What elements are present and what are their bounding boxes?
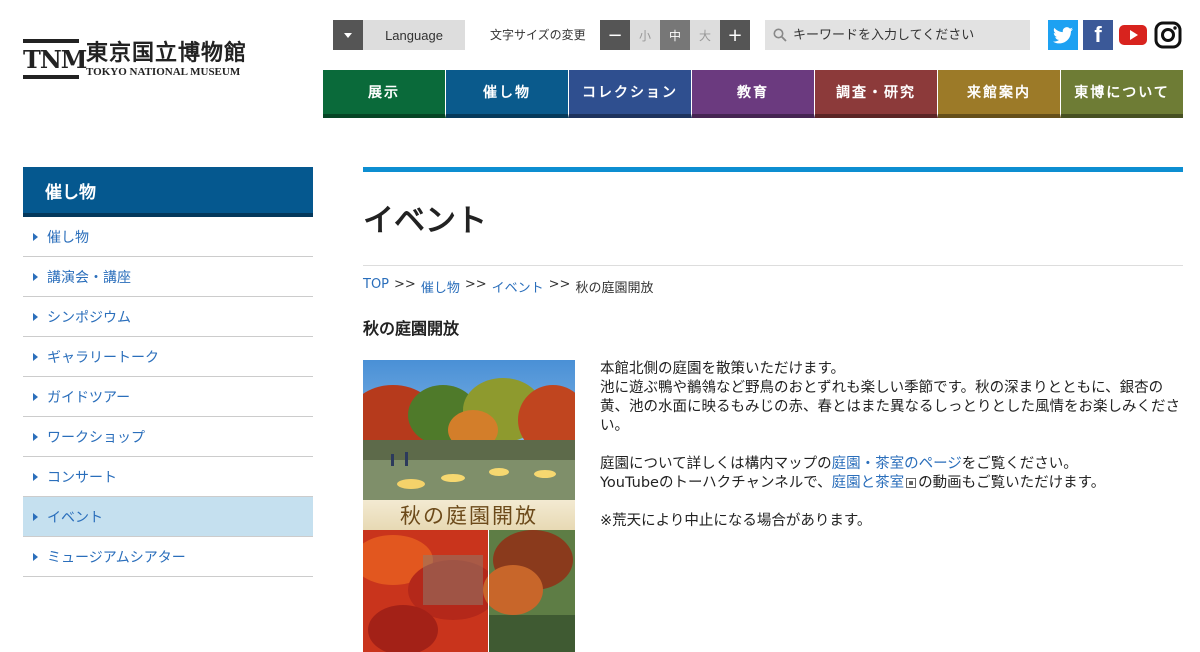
font-size-medium-button[interactable]: 中 [660, 20, 690, 50]
facebook-link[interactable]: f [1083, 20, 1113, 50]
breadcrumb-separator: >> [548, 277, 571, 292]
caret-right-icon [33, 392, 38, 401]
sidebar-item[interactable]: ワークショップ [23, 417, 313, 457]
sidebar-item-label: コンサート [47, 469, 117, 486]
garden-info-text: 庭園について詳しくは構内マップの [600, 456, 832, 472]
search-box [765, 20, 1030, 50]
external-link-icon [906, 478, 917, 488]
font-size-increase-button[interactable]: + [720, 20, 750, 50]
nav-item[interactable]: コレクション [569, 70, 692, 118]
caret-right-icon [33, 272, 38, 281]
logo-name-en: TOKYO NATIONAL MUSEUM [86, 65, 241, 78]
breadcrumb-top-link[interactable]: TOP [363, 277, 389, 296]
breadcrumb-events-link[interactable]: 催し物 [421, 277, 460, 296]
sidebar-item-label: ギャラリートーク [47, 349, 159, 366]
garden-video-link[interactable]: 庭園と茶室 [832, 475, 905, 491]
sidebar-item-label: 催し物 [47, 229, 89, 246]
poster-caption: 秋の庭園開放 [400, 504, 538, 528]
instagram-link[interactable] [1153, 20, 1183, 50]
font-size-large-button[interactable]: 大 [690, 20, 720, 50]
event-description: 本館北側の庭園を散策いただけます。 池に遊ぶ鴨や鶺鴒など野鳥のおとずれも楽しい季… [600, 360, 1183, 550]
caret-right-icon [33, 472, 38, 481]
main-nav: 展示 催し物 コレクション 教育 調査・研究 来館案内 東博について [323, 70, 1183, 118]
breadcrumb-separator: >> [394, 277, 416, 292]
sidebar-item-label: ガイドツアー [47, 389, 131, 406]
breadcrumb-current: 秋の庭園開放 [575, 281, 654, 296]
sidebar-item-label: ワークショップ [47, 429, 145, 446]
nav-item[interactable]: 展示 [323, 70, 446, 118]
nav-item[interactable]: 東博について [1061, 70, 1183, 118]
garden-teahouse-link[interactable]: 庭園・茶室のページ [832, 456, 962, 472]
nav-item[interactable]: 催し物 [446, 70, 569, 118]
font-size-label: 文字サイズの変更 [490, 28, 586, 42]
sidebar-item[interactable]: ギャラリートーク [23, 337, 313, 377]
sidebar-item[interactable]: イベント [23, 497, 313, 537]
logo-mark-text: TNM [23, 45, 87, 74]
sidebar-item-label: シンポジウム [47, 309, 131, 326]
content-top-rule [363, 167, 1183, 172]
site-logo[interactable]: TNM 東京国立博物館 TOKYO NATIONAL MUSEUM [23, 38, 247, 80]
sidebar-item[interactable]: 講演会・講座 [23, 257, 313, 297]
language-dropdown-toggle[interactable] [333, 20, 363, 50]
logo-text: 東京国立博物館 TOKYO NATIONAL MUSEUM [86, 40, 247, 79]
font-size-small-button[interactable]: 小 [630, 20, 660, 50]
youtube-link[interactable] [1118, 20, 1148, 50]
nav-item[interactable]: 教育 [692, 70, 815, 118]
sidebar-menu: 催し物講演会・講座 シンポジウムギャラリートーク ガイドツアー ワークショップ コンサー… [23, 217, 313, 577]
title-divider [363, 265, 1183, 266]
language-button[interactable]: Language [363, 20, 465, 50]
caret-right-icon [33, 352, 38, 361]
youtube-info-text: YouTubeのトーハクチャンネルで、 [600, 475, 832, 491]
caret-right-icon [33, 312, 38, 321]
weather-notice: ※荒天により中止になる場合があります。 [600, 513, 872, 529]
garden-info-suffix: をご覧ください。 [961, 456, 1078, 472]
breadcrumb-event-link[interactable]: イベント [492, 277, 544, 296]
nav-item[interactable]: 来館案内 [938, 70, 1061, 118]
chevron-down-icon [344, 32, 352, 38]
twitter-link[interactable] [1048, 20, 1078, 50]
caret-right-icon [33, 512, 38, 521]
caret-right-icon [33, 232, 38, 241]
twitter-icon [1053, 26, 1073, 43]
sidebar-item-label: イベント [47, 509, 103, 526]
caret-right-icon [33, 432, 38, 441]
sidebar-item[interactable]: ガイドツアー [23, 377, 313, 417]
facebook-icon: f [1094, 22, 1102, 47]
instagram-icon [1154, 21, 1182, 49]
garden-info-paragraph: 庭園について詳しくは構内マップの庭園・茶室のページをご覧ください。 YouTub… [600, 455, 1183, 493]
breadcrumb: TOP >> 催し物 >> イベント >> 秋の庭園開放 [363, 277, 653, 296]
sidebar-item[interactable]: 催し物 [23, 217, 313, 257]
sidebar-heading[interactable]: 催し物 [23, 167, 313, 217]
font-size-decrease-button[interactable]: − [600, 20, 630, 50]
page-title: イベント [363, 203, 487, 239]
search-input[interactable] [793, 27, 1023, 43]
sidebar-item-label: ミュージアムシアター [47, 549, 186, 566]
nav-item[interactable]: 調査・研究 [815, 70, 938, 118]
search-icon[interactable] [773, 28, 787, 42]
sidebar-item[interactable]: シンポジウム [23, 297, 313, 337]
youtube-info-suffix: の動画もご覧いただけます。 [918, 475, 1106, 491]
caret-right-icon [33, 552, 38, 561]
sidebar-item[interactable]: コンサート [23, 457, 313, 497]
logo-name-jp: 東京国立博物館 [86, 39, 248, 66]
intro-paragraph: 本館北側の庭園を散策いただけます。 池に遊ぶ鴨や鶺鴒など野鳥のおとずれも楽しい季… [600, 361, 1180, 434]
breadcrumb-separator: >> [464, 277, 487, 292]
sidebar-item[interactable]: ミュージアムシアター [23, 537, 313, 577]
logo-mark: TNM [23, 39, 87, 79]
event-poster-image: 秋の庭園開放 [363, 360, 575, 652]
event-title: 秋の庭園開放 [363, 319, 460, 338]
sidebar-item-label: 講演会・講座 [47, 269, 131, 286]
youtube-icon [1119, 25, 1147, 45]
